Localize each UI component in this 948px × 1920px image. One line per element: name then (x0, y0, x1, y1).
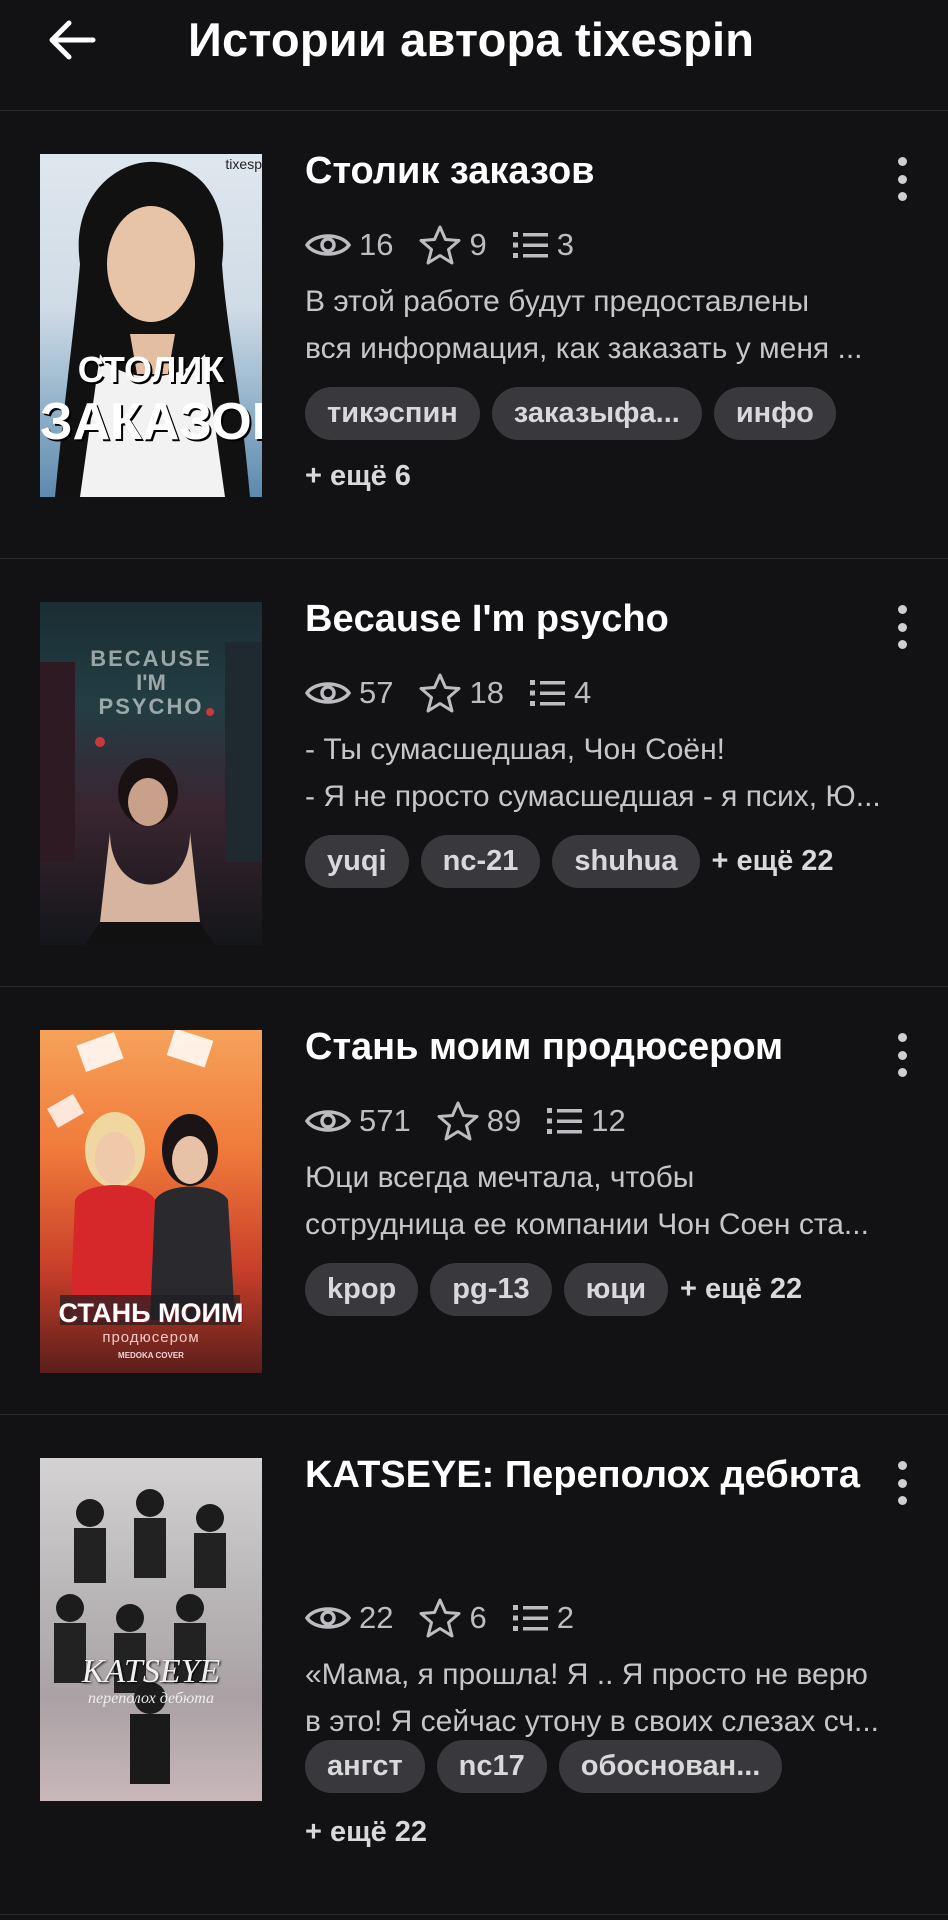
story-cover[interactable]: BECAUSE I'M PSYCHO (40, 602, 262, 945)
story-title[interactable]: Столик заказов (305, 147, 865, 195)
tag-list: тикэспин заказыфа... инфо (305, 387, 925, 440)
parts-count: 4 (573, 675, 592, 710)
more-tags-link[interactable]: + ещё 22 (680, 1263, 802, 1316)
story-cover[interactable]: СТОЛИК ЗАКАЗОВ tixesp (40, 154, 262, 497)
parts-count: 12 (591, 1103, 626, 1138)
story-cover[interactable]: СТАНЬ МОИМ продюсером МЕDOKA COVER (40, 1030, 262, 1373)
votes-count: 89 (486, 1103, 522, 1138)
story-title[interactable]: Because I'm psycho (305, 595, 865, 643)
views-count: 571 (359, 1103, 411, 1138)
story-title[interactable]: KATSEYE: Переполох дебюта (305, 1451, 865, 1499)
views-count: 57 (359, 675, 394, 710)
parts-count: 3 (556, 227, 574, 262)
tag-chip[interactable]: юци (563, 1263, 669, 1316)
tag-chip[interactable]: ангст (305, 1740, 425, 1793)
story-stats: 57 18 4 (305, 673, 617, 713)
eye-icon (305, 1607, 351, 1629)
tag-chip[interactable]: yuqi (305, 835, 409, 888)
list-icon (512, 1605, 548, 1631)
page-title: Истории автора tixespin (188, 13, 755, 66)
cover-watermark: tixesp (225, 156, 262, 172)
story-card[interactable]: KATSEYE переполох дебюта KATSEYE: Перепо… (0, 1415, 948, 1915)
story-description: «Мама, я прошла! Я .. Я просто не верю в… (305, 1651, 913, 1745)
list-icon (529, 680, 565, 706)
tag-chip[interactable]: тикэспин (305, 387, 480, 440)
description-line: сотрудница ее компании Чон Соен ста... (305, 1208, 869, 1241)
star-icon (419, 225, 461, 265)
votes-count: 18 (469, 675, 504, 710)
story-title[interactable]: Стань моим продюсером (305, 1023, 865, 1071)
arrow-left-icon (49, 20, 96, 60)
tag-list: yuqi nc-21 shuhua + ещё 22 (305, 835, 925, 888)
cover-title-line: BECAUSE (90, 646, 212, 671)
description-line: вся информация, как заказать у меня ... (305, 332, 863, 365)
more-options-button[interactable] (887, 153, 917, 205)
tag-chip[interactable]: pg-13 (430, 1263, 552, 1316)
more-tags-link[interactable]: + ещё 22 (712, 835, 834, 888)
more-options-button[interactable] (887, 1029, 917, 1081)
story-card[interactable]: BECAUSE I'M PSYCHO Because I'm psycho 57… (0, 559, 948, 987)
parts-count: 2 (556, 1600, 574, 1635)
description-line: «Мама, я прошла! Я .. Я просто не верю (305, 1658, 868, 1691)
votes-count: 9 (469, 227, 487, 262)
story-stats: 571 89 12 (305, 1101, 652, 1141)
tag-chip[interactable]: nc-21 (420, 835, 541, 888)
list-icon (512, 232, 548, 258)
description-line: В этой работе будут предоставлены (305, 285, 810, 318)
tag-chip[interactable]: инфо (713, 387, 836, 440)
cover-title-line: переполох дебюта (87, 1690, 214, 1707)
eye-icon (305, 234, 351, 256)
list-icon (547, 1108, 583, 1134)
tag-chip[interactable]: shuhua (552, 835, 700, 888)
tag-list: kpop pg-13 юци + ещё 22 (305, 1263, 925, 1316)
more-options-button[interactable] (887, 1457, 917, 1509)
story-description: Юци всегда мечтала, чтобы сотрудница ее … (305, 1154, 913, 1248)
more-tags-row: + ещё 22 (305, 1806, 925, 1859)
eye-icon (305, 1110, 351, 1132)
top-bar: Истории автора tixespin (0, 0, 948, 111)
views-count: 22 (359, 1600, 394, 1635)
cover-title-line: I'M (136, 670, 166, 695)
cover-title-line: ЗАКАЗОВ (40, 393, 262, 451)
cover-title-line: СТОЛИК (77, 349, 225, 390)
more-tags-link[interactable]: + ещё 22 (305, 1806, 427, 1859)
story-card[interactable]: СТАНЬ МОИМ продюсером МЕDOKA COVER Стань… (0, 987, 948, 1415)
description-line: - Я не просто сумасшедшая - я псих, Ю... (305, 780, 881, 813)
cover-title-line: PSYCHO (98, 694, 204, 719)
story-stats: 16 9 3 (305, 225, 600, 265)
story-card[interactable]: СТОЛИК ЗАКАЗОВ tixesp Столик заказов 16 … (0, 111, 948, 559)
tag-chip[interactable]: обоснован... (558, 1740, 783, 1793)
votes-count: 6 (469, 1600, 487, 1635)
description-line: в это! Я сейчас утону в своих слезах сч.… (305, 1705, 880, 1738)
cover-title-line: СТАНЬ МОИМ (58, 1298, 244, 1328)
cover-title-line: продюсером (102, 1329, 200, 1346)
star-icon (437, 1101, 479, 1141)
description-line: Юци всегда мечтала, чтобы (305, 1161, 695, 1194)
more-tags-row: + ещё 6 (305, 450, 925, 503)
cover-credit: МЕDOKA COVER (118, 1351, 184, 1360)
cover-group (54, 1489, 226, 1784)
views-count: 16 (359, 227, 394, 262)
star-icon (419, 673, 461, 713)
eye-icon (305, 682, 351, 704)
story-cover[interactable]: KATSEYE переполох дебюта (40, 1458, 262, 1801)
back-button[interactable] (38, 14, 106, 66)
story-description: В этой работе будут предоставлены вся ин… (305, 278, 913, 372)
tag-chip[interactable]: nc17 (436, 1740, 547, 1793)
story-description: - Ты сумасшедшая, Чон Соён! - Я не прост… (305, 726, 913, 820)
tag-list: ангст nc17 обоснован... (305, 1740, 925, 1793)
cover-title-line: KATSEYE (81, 1653, 221, 1690)
description-line: - Ты сумасшедшая, Чон Соён! (305, 733, 725, 766)
story-stats: 22 6 2 (305, 1598, 600, 1638)
star-icon (419, 1598, 461, 1638)
more-tags-link[interactable]: + ещё 6 (305, 450, 411, 503)
tag-chip[interactable]: заказыфа... (491, 387, 702, 440)
tag-chip[interactable]: kpop (305, 1263, 419, 1316)
more-options-button[interactable] (887, 601, 917, 653)
